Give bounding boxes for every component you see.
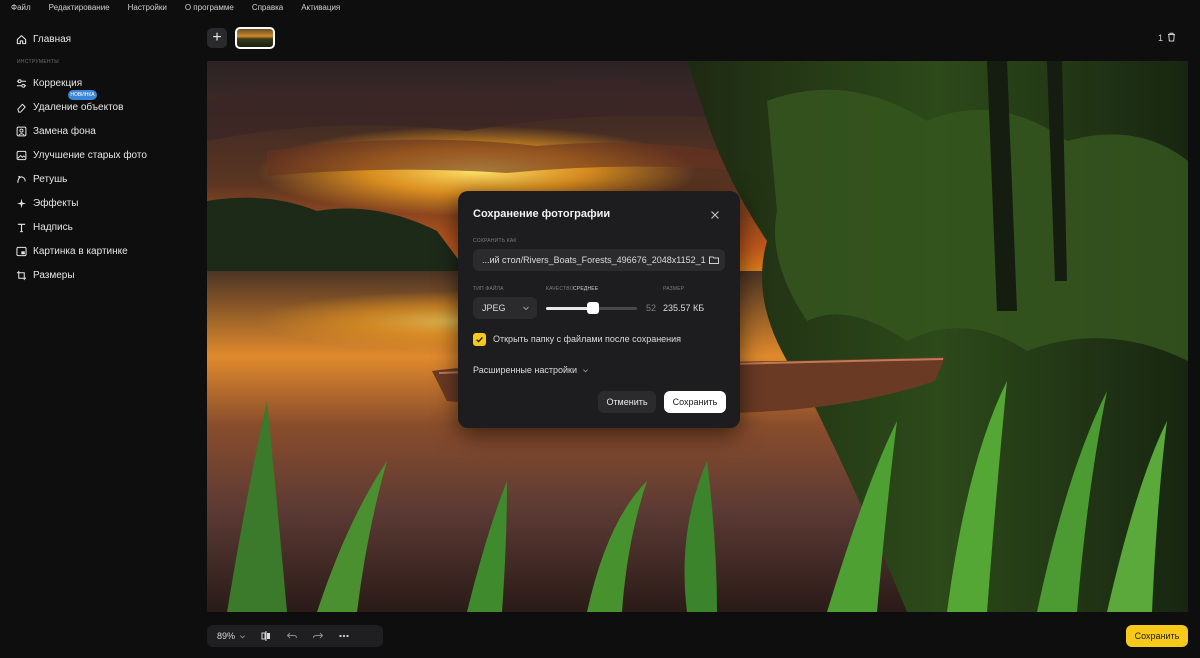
sidebar-item-correction[interactable]: Коррекция [16, 76, 82, 90]
more-icon[interactable] [338, 630, 350, 642]
save-path-field[interactable]: ...ий стол/Rivers_Boats_Forests_496676_2… [473, 249, 725, 271]
menu-activation[interactable]: Активация [301, 3, 340, 12]
quality-level: СРЕДНЕЕ [573, 286, 599, 292]
zoom-value: 89% [217, 631, 236, 641]
open-folder-label[interactable]: Открыть папку с файлами после сохранения [493, 334, 681, 344]
chevron-down-icon [240, 634, 246, 638]
undo-icon[interactable] [286, 630, 298, 642]
new-badge: НОВИНКА [68, 90, 97, 100]
open-folder-checkbox[interactable] [473, 333, 486, 346]
sidebar-item-label: Надпись [33, 221, 73, 233]
check-icon [476, 336, 483, 343]
menu-about[interactable]: О программе [185, 3, 234, 12]
bottom-toolbar: 89% [207, 625, 383, 647]
quality-value: 52 [646, 303, 657, 313]
dialog-title: Сохранение фотографии [473, 208, 611, 220]
cancel-button[interactable]: Отменить [598, 391, 656, 413]
sidebar-item-label: Ретушь [33, 173, 68, 185]
photo-thumbnail[interactable] [235, 27, 275, 49]
sidebar-item-label: Картинка в картинке [33, 245, 128, 257]
quality-slider[interactable] [546, 302, 637, 314]
zoom-select[interactable]: 89% [217, 631, 246, 641]
home-icon [16, 34, 27, 45]
sidebar-item-object-removal[interactable]: Удаление объектов [16, 100, 123, 114]
sidebar-item-effects[interactable]: Эффекты [16, 196, 78, 210]
quality-slider-handle[interactable] [587, 302, 599, 314]
save-path-value: ...ий стол/Rivers_Boats_Forests_496676_2… [482, 255, 706, 265]
file-size-value: 235.57 КБ [663, 303, 705, 313]
sidebar-item-text[interactable]: Надпись [16, 220, 73, 234]
menu-edit[interactable]: Редактирование [49, 3, 110, 12]
compare-icon[interactable] [260, 630, 272, 642]
sliders-icon [16, 78, 27, 89]
photo-count: 1 [1158, 33, 1164, 43]
sidebar-item-label: Размеры [33, 269, 75, 281]
quality-slider-fill [546, 307, 593, 310]
file-type-value: JPEG [482, 303, 506, 313]
sidebar-item-label: Удаление объектов [33, 101, 124, 113]
size-label: РАЗМЕР [663, 286, 685, 292]
photo-counter[interactable]: 1 [1158, 32, 1176, 44]
sparkle-icon [16, 198, 27, 209]
redo-icon[interactable] [312, 630, 324, 642]
sidebar-item-sizes[interactable]: Размеры [16, 268, 75, 282]
quality-label: КАЧЕСТВО [546, 286, 574, 292]
sidebar-item-old-photos[interactable]: Улучшение старых фото [16, 148, 147, 162]
file-type-label: ТИП ФАЙЛА [473, 286, 504, 292]
menu-help[interactable]: Справка [252, 3, 283, 12]
sidebar-item-label: Эффекты [33, 197, 79, 209]
eraser-icon [16, 102, 27, 113]
sidebar-item-label: Коррекция [33, 77, 83, 89]
save-button[interactable]: Сохранить [1126, 625, 1188, 647]
menu-file[interactable]: Файл [11, 3, 31, 12]
sidebar-item-pip[interactable]: Картинка в картинке [16, 244, 128, 258]
menu-bar: Файл Редактирование Настройки О программ… [0, 0, 1200, 14]
photo-restore-icon [16, 150, 27, 161]
save-photo-dialog: Сохранение фотографии СОХРАНИТЬ КАК ...и… [458, 191, 740, 428]
file-type-select[interactable]: JPEG [473, 297, 537, 319]
retouch-icon [16, 174, 27, 185]
dialog-save-button[interactable]: Сохранить [664, 391, 726, 413]
sidebar-item-label: Замена фона [33, 125, 96, 137]
tools-section-label: ИНСТРУМЕНТЫ [17, 59, 59, 65]
sidebar-item-retouch[interactable]: Ретушь [16, 172, 67, 186]
folder-icon[interactable] [708, 254, 720, 266]
save-as-label: СОХРАНИТЬ КАК [473, 238, 517, 244]
advanced-settings-label: Расширенные настройки [473, 365, 577, 375]
add-photo-button[interactable]: + [207, 28, 227, 48]
sidebar-item-label: Главная [33, 33, 72, 45]
sidebar-item-label: Улучшение старых фото [33, 149, 147, 161]
sidebar-item-background[interactable]: Замена фона [16, 124, 96, 138]
trash-icon[interactable] [1167, 32, 1176, 44]
text-icon [16, 222, 27, 233]
advanced-settings-toggle[interactable]: Расширенные настройки [473, 365, 589, 375]
crop-icon [16, 270, 27, 281]
sidebar-item-home[interactable]: Главная [16, 32, 71, 46]
picture-in-picture-icon [16, 246, 27, 257]
chevron-down-icon [523, 306, 529, 311]
sidebar: Главная ИНСТРУМЕНТЫ НОВИНКА Коррекция Уд… [0, 24, 200, 644]
portrait-icon [16, 126, 27, 137]
close-icon[interactable] [709, 208, 721, 220]
menu-settings[interactable]: Настройки [128, 3, 167, 12]
chevron-down-icon [582, 368, 588, 372]
